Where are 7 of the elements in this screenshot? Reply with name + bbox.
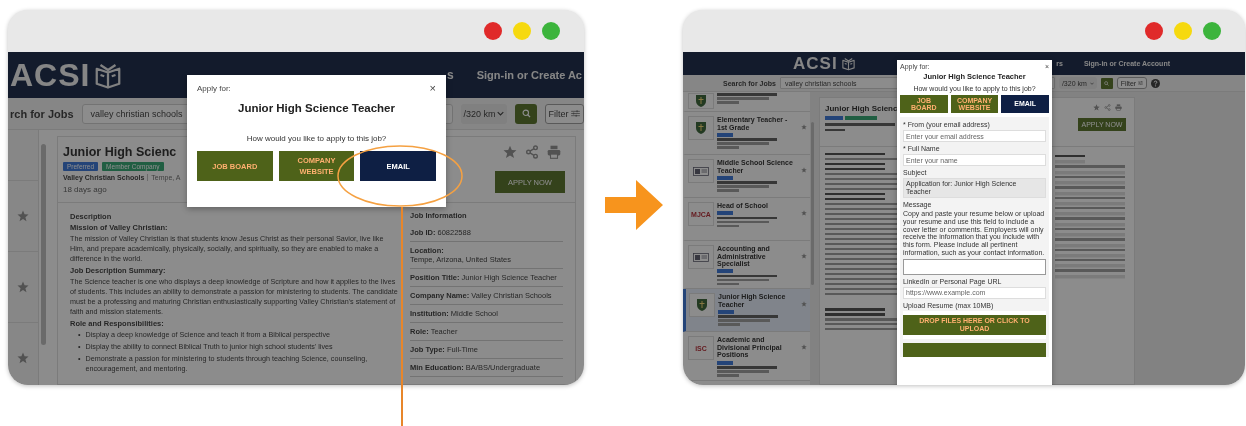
dialog-title: Junior High Science Teacher (237, 102, 396, 114)
dialog-question: How would you like to apply to this job? (245, 134, 388, 143)
dialog-caption: Apply for: (197, 84, 231, 93)
posted-date: 18 days ago (63, 185, 108, 194)
job-title: Junior High Scienc (63, 145, 178, 159)
job-title: Junior High Scienc (825, 104, 898, 113)
search-label: rch for Jobs (10, 107, 74, 120)
